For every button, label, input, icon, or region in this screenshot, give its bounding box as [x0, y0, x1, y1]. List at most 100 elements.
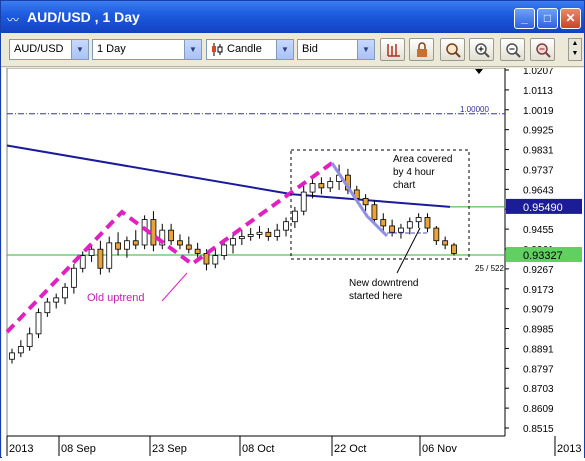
- zoom-in-icon[interactable]: [469, 38, 494, 61]
- candle-body: [70, 267, 77, 288]
- candle-body: [17, 346, 24, 354]
- candle-body: [451, 244, 457, 254]
- last-price-value: 0.93327: [523, 250, 563, 262]
- bar-chart-icon[interactable]: [380, 38, 405, 61]
- chevron-down-icon[interactable]: ▼: [357, 40, 374, 59]
- chart-canvas[interactable]: 1.0207 1.0113 1.0019 0.9925 0.9831 0.9737 0.96…: [2, 66, 584, 458]
- candle-body: [168, 229, 175, 242]
- price-type-select[interactable]: Bid ▼: [297, 39, 375, 60]
- chart-type-select[interactable]: Candle ▼: [206, 39, 294, 60]
- candle-body: [265, 231, 272, 237]
- candle-body: [150, 219, 157, 246]
- price-tick-label: 0.9267: [523, 265, 554, 276]
- price-tick-label: 0.9643: [523, 185, 554, 196]
- candle-body: [398, 227, 404, 233]
- candle-body: [247, 234, 254, 237]
- price-tick-label: 0.8515: [523, 424, 554, 435]
- candle-body: [124, 240, 130, 250]
- title-bar[interactable]: 〰 AUD/USD , 1 Day _ □ ✕: [1, 1, 584, 33]
- candle-body: [106, 242, 113, 269]
- price-tick-label: 0.9737: [523, 165, 554, 176]
- candle-body: [442, 240, 449, 246]
- plot-frame: [6, 67, 506, 437]
- chart-toolbar: AUD/USD ▼ 1 Day ▼ Candle ▼ Bid ▼ ▲ ▼: [1, 33, 584, 67]
- candle-body: [35, 312, 42, 335]
- chart-window: 〰 AUD/USD , 1 Day _ □ ✕ AUD/USD ▼ 1 Day …: [0, 0, 585, 458]
- price-tick-label: 1.0207: [523, 68, 554, 77]
- candle-body: [194, 248, 201, 254]
- candle-body: [132, 240, 139, 246]
- price-tick-label: 1.0113: [523, 86, 553, 97]
- price-tick-label: 0.9925: [523, 126, 554, 137]
- date-tick-label: 08 Sep: [61, 443, 96, 455]
- price-tick-label: 1.0019: [523, 106, 554, 117]
- zoom-reset-icon[interactable]: [530, 38, 555, 61]
- candle-body: [406, 221, 413, 229]
- zoom-out-icon[interactable]: [500, 38, 525, 61]
- price-tick-label: 0.8985: [523, 325, 554, 336]
- candle-body: [380, 219, 387, 227]
- date-tick-label: 2013: [557, 443, 581, 455]
- candle-body: [291, 210, 298, 223]
- maximize-button[interactable]: □: [537, 8, 558, 29]
- chart-type-value: Candle: [227, 43, 262, 55]
- candle-body: [371, 204, 378, 220]
- lock-icon[interactable]: [409, 38, 434, 61]
- parity-label: 1.00000: [460, 105, 489, 114]
- toolbar-scroll-button[interactable]: ▲ ▼: [568, 38, 582, 61]
- candle-body: [300, 191, 307, 212]
- price-tick-label: 0.9831: [523, 146, 554, 157]
- candle-body: [309, 183, 316, 193]
- candle-body: [424, 217, 431, 229]
- candle-body: [88, 248, 95, 256]
- old-uptrend-label: Old uptrend: [87, 292, 144, 304]
- zoom-fit-icon[interactable]: [440, 38, 465, 61]
- candle-body: [97, 248, 104, 269]
- candle-body: [62, 286, 68, 299]
- bar-count-label: 25 / 522: [475, 264, 504, 273]
- candle-body: [177, 240, 183, 246]
- candle-body: [115, 242, 121, 250]
- price-tick-label: 0.9079: [523, 305, 554, 316]
- price-tick-label: 0.8609: [523, 404, 554, 415]
- price-type-value: Bid: [302, 43, 318, 55]
- candle-body: [256, 231, 263, 235]
- candle-icon: [212, 43, 223, 56]
- period-value: 1 Day: [97, 43, 126, 55]
- symbol-select[interactable]: AUD/USD ▼: [9, 39, 89, 60]
- candle-body: [221, 244, 228, 256]
- price-tick-label: 0.9173: [523, 285, 554, 296]
- candle-body: [44, 301, 51, 314]
- candle-body: [26, 333, 33, 347]
- price-tick-label: 0.8797: [523, 364, 554, 375]
- moving-average-value: 0.95490: [523, 202, 563, 214]
- price-tick-label: 0.8891: [523, 344, 554, 355]
- price-tick-label: 0.8703: [523, 384, 554, 395]
- candle-body: [185, 244, 192, 250]
- minimize-button[interactable]: _: [514, 8, 535, 29]
- date-tick-label: 22 Oct: [334, 443, 366, 455]
- close-button[interactable]: ✕: [560, 8, 581, 29]
- symbol-value: AUD/USD: [14, 43, 64, 55]
- candle-body: [318, 183, 325, 189]
- date-tick-label: 2013: [9, 443, 33, 455]
- candle-body: [53, 297, 60, 303]
- chevron-down-icon[interactable]: ▼: [276, 40, 293, 59]
- price-tick-label: 0.9455: [523, 225, 554, 236]
- price-chart[interactable]: 1.0207 1.0113 1.0019 0.9925 0.9831 0.9737 0.96…: [2, 66, 584, 458]
- candle-body: [389, 225, 396, 233]
- chart-app-icon: 〰: [7, 13, 20, 27]
- period-select[interactable]: 1 Day ▼: [92, 39, 202, 60]
- candle-body: [415, 217, 422, 223]
- candle-body: [327, 181, 334, 189]
- candle-body: [274, 229, 281, 237]
- candle-body: [212, 255, 219, 265]
- chevron-down-icon[interactable]: ▼: [184, 40, 201, 59]
- date-axis-ticks: 2013 08 Sep 23 Sep 08 Oct 22 Oct 06 Nov 2013: [6, 436, 581, 456]
- candle-body: [433, 227, 440, 242]
- candle-body: [9, 352, 15, 360]
- date-tick-label: 08 Oct: [242, 443, 274, 455]
- candle-body: [362, 198, 369, 206]
- chevron-down-icon[interactable]: ▼: [71, 40, 88, 59]
- window-title: AUD/USD , 1 Day: [27, 9, 140, 25]
